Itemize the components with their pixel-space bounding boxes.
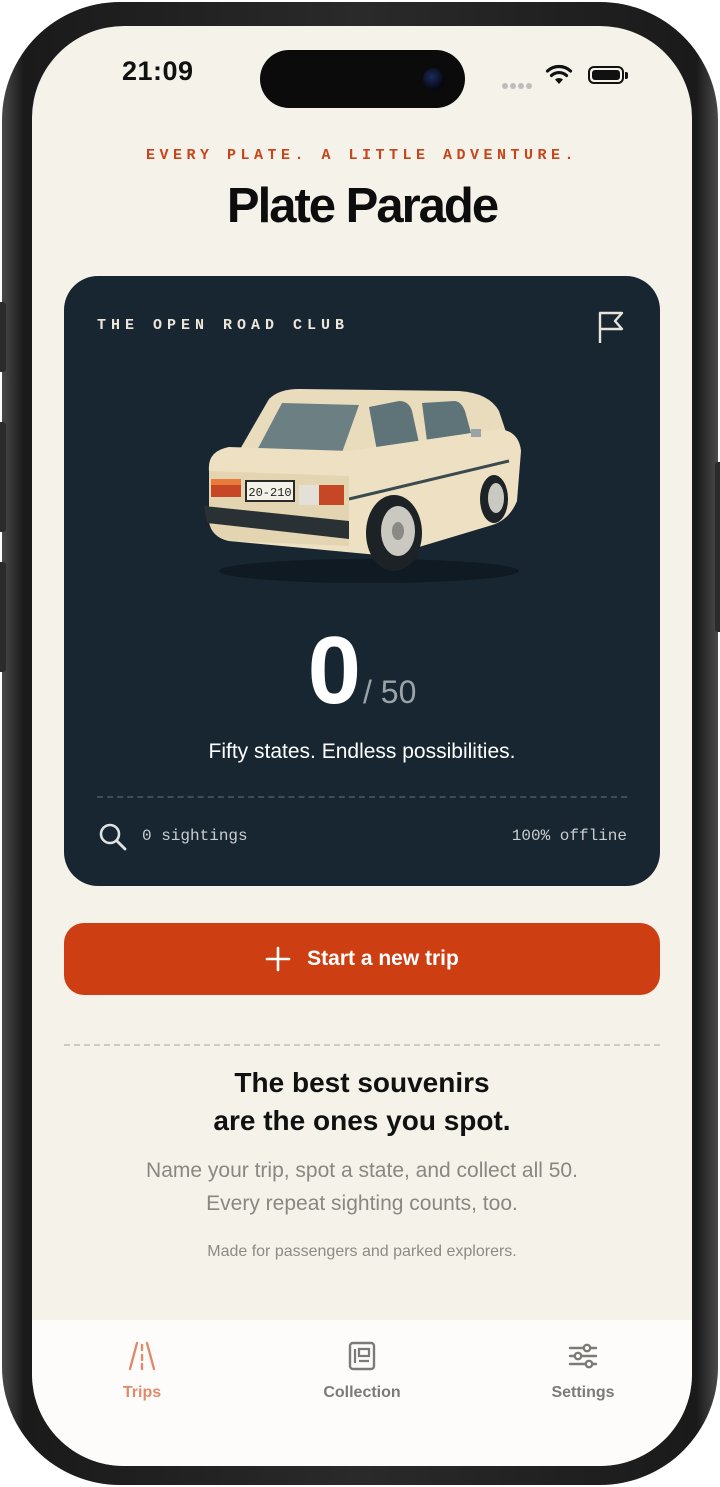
info-heading: The best souvenirs are the ones you spot…: [32, 1064, 692, 1140]
tab-bar: Trips Collection Settings: [32, 1320, 692, 1466]
app-title: Plate Parade: [226, 179, 499, 233]
info-footnote: Made for passengers and parked explorers…: [207, 1243, 517, 1260]
tagline: EVERY PLATE. A LITTLE ADVENTURE.: [145, 147, 579, 164]
start-trip-button[interactable]: Start a new trip: [64, 923, 660, 995]
progress-card: THE OPEN ROAD CLUB 20-210 0 / 50 Fifty s…: [64, 276, 660, 886]
tab-collection[interactable]: Collection: [282, 1340, 442, 1402]
club-label: THE OPEN ROAD CLUB: [97, 317, 350, 334]
dynamic-island: [260, 50, 465, 108]
flag-icon[interactable]: [596, 310, 628, 344]
states-total: / 50: [363, 674, 417, 710]
battery-icon: [588, 66, 628, 84]
signal-icon: [502, 76, 534, 94]
info-heading-line2: are the ones you spot.: [213, 1105, 511, 1136]
card-motto: Fifty states. Endless possibilities.: [208, 740, 516, 763]
tab-collection-label: Collection: [323, 1384, 401, 1401]
status-time: 21:09: [122, 56, 194, 86]
plus-icon: [265, 946, 291, 972]
tab-trips[interactable]: Trips: [62, 1340, 222, 1402]
sightings-count: 0 sightings: [142, 827, 248, 845]
info-body: Name your trip, spot a state, and collec…: [32, 1154, 692, 1220]
volume-down-button: [0, 562, 6, 672]
info-heading-line1: The best souvenirs: [234, 1067, 490, 1098]
offline-status: 100% offline: [511, 827, 627, 845]
sliders-icon: [568, 1343, 598, 1369]
car-illustration: 20-210: [204, 389, 522, 583]
camera-icon: [423, 68, 445, 90]
info-body-line1: Name your trip, spot a state, and collec…: [146, 1159, 578, 1182]
sightings-counter: 0/ 50: [64, 616, 660, 726]
search-icon: [99, 823, 127, 851]
tab-trips-label: Trips: [122, 1384, 162, 1401]
info-body-line2: Every repeat sighting counts, too.: [206, 1192, 518, 1215]
status-bar: 21:09: [32, 26, 692, 126]
phone-frame: 21:09 EVERY PLATE. A LITTLE ADVENTURE. P…: [0, 2, 720, 1485]
screen: 21:09 EVERY PLATE. A LITTLE ADVENTURE. P…: [32, 26, 692, 1466]
tab-settings-label: Settings: [551, 1384, 615, 1401]
collection-icon: [348, 1341, 376, 1371]
section-divider: [64, 1044, 660, 1046]
road-icon: [128, 1341, 156, 1371]
tab-settings[interactable]: Settings: [503, 1340, 663, 1402]
states-count: 0: [307, 617, 361, 724]
card-divider: [97, 796, 627, 798]
power-button: [715, 462, 720, 632]
wifi-icon: [545, 64, 573, 84]
volume-up-button: [0, 422, 6, 532]
side-button: [0, 302, 6, 372]
car-plate: 20-210: [248, 486, 291, 500]
start-trip-label: Start a new trip: [307, 947, 459, 970]
